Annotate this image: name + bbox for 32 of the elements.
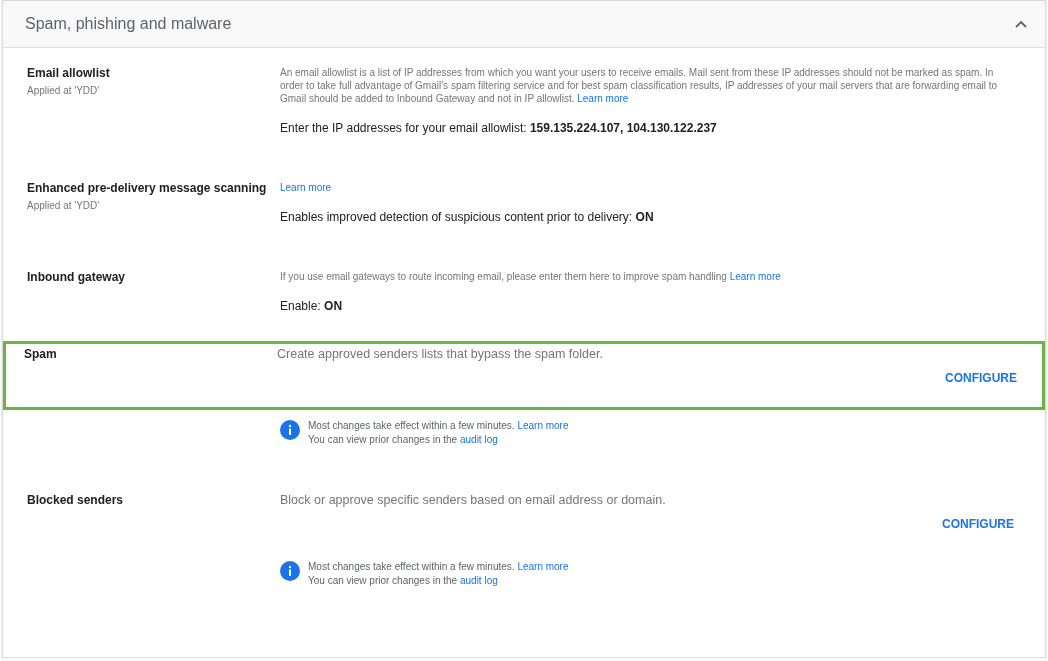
setting-description: Block or approve specific senders based on email address or domain. — [280, 493, 667, 507]
applied-label: Applied at 'YDD' — [27, 200, 101, 211]
section-header[interactable]: Spam, phishing and malware — [3, 1, 1045, 48]
section-title: Spam, phishing and malware — [25, 15, 232, 33]
learn-more-link[interactable]: Learn more — [729, 271, 781, 282]
setting-description: Create approved senders lists that bypass the spam folder. — [277, 347, 604, 361]
note-text: You can view prior changes in the audit log — [308, 575, 499, 586]
applied-label: Applied at 'YDD' — [27, 85, 101, 96]
learn-more-link[interactable]: Learn more — [517, 420, 569, 431]
setting-value: Enter the IP addresses for your email allowlist: 159.135.224.107, 104.130.122.237 — [280, 121, 718, 135]
configure-button[interactable]: CONFIGURE — [945, 367, 1017, 389]
setting-title: Enhanced pre-delivery message scanning — [27, 181, 268, 195]
info-icon — [280, 561, 300, 581]
learn-more-link[interactable]: Learn more — [577, 93, 629, 104]
note-text: Most changes take effect within a few minutes. Learn more — [308, 561, 569, 572]
chevron-up-icon[interactable] — [1015, 20, 1027, 28]
audit-log-link[interactable]: audit log — [459, 434, 498, 445]
learn-more-link[interactable]: Learn more — [517, 561, 569, 572]
setting-title: Inbound gateway — [27, 270, 126, 284]
audit-log-link[interactable]: audit log — [459, 575, 498, 586]
info-icon — [280, 420, 300, 440]
setting-description: An email allowlist is a list of IP addresses from which you want your users to receive emails. Mail sent from these IP addresses should not be marked as spam. In order to take full advantage of Gmail's spam filtering service and for best spam classification results, IP addresses of your mail servers that are forwarding email to Gmail should be added to Inbound Gateway and not in IP allowlist. Learn more — [280, 66, 999, 105]
setting-description: If you use email gateways to route incoming email, please enter them here to improve spam handling Learn more — [280, 270, 782, 283]
setting-title: Email allowlist — [27, 66, 111, 80]
note-text: You can view prior changes in the audit log — [308, 434, 499, 445]
note-text: Most changes take effect within a few minutes. Learn more — [308, 420, 569, 431]
learn-more-link[interactable]: Learn more — [280, 182, 332, 193]
configure-button[interactable]: CONFIGURE — [942, 513, 1014, 535]
setting-title: Blocked senders — [27, 493, 125, 507]
setting-value: Enables improved detection of suspicious content prior to delivery: ON — [280, 210, 655, 224]
setting-title: Spam — [24, 347, 58, 361]
setting-value: Enable: ON — [280, 299, 344, 313]
